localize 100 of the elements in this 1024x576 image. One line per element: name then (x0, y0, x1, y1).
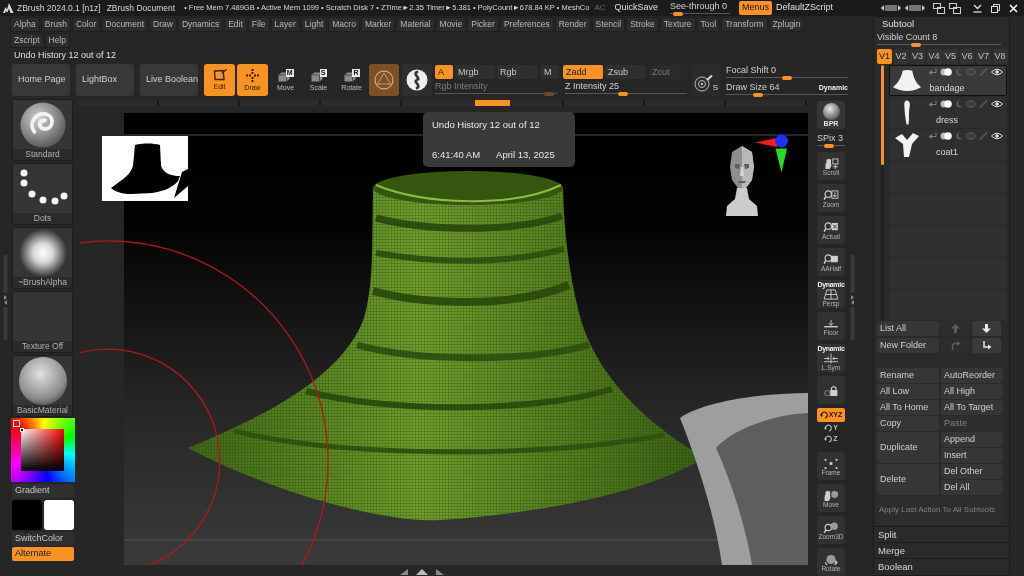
version-tab[interactable]: V5 (943, 49, 958, 64)
minimize-icon[interactable] (973, 3, 982, 13)
version-tab[interactable]: V4 (926, 49, 942, 64)
z-mode-button[interactable]: Zsub (605, 65, 645, 79)
intensity-slider[interactable] (435, 92, 557, 96)
texture-button[interactable]: Texture Off (12, 291, 73, 353)
nav-button[interactable]: Live Boolean (140, 64, 198, 96)
slider-handle[interactable] (617, 92, 628, 96)
menu-item[interactable]: Layer (270, 17, 300, 32)
action-button[interactable]: All Low (877, 384, 939, 399)
menu-item[interactable]: Color (71, 17, 101, 32)
switch-color-button[interactable]: SwitchColor (12, 532, 74, 546)
version-tab[interactable]: V6 (959, 49, 975, 64)
lock-button[interactable] (817, 376, 845, 404)
slider-handle[interactable] (911, 43, 922, 47)
visible-count-slider[interactable] (877, 43, 1001, 47)
undo-history-track[interactable] (78, 100, 808, 106)
collapse-arrows-icon[interactable] (400, 569, 444, 575)
menu-item[interactable]: Draw (149, 17, 177, 32)
eye-icon[interactable] (991, 68, 1003, 76)
color-mode-button[interactable]: Rgb (497, 65, 537, 79)
menu-item[interactable]: Light (300, 17, 328, 32)
menu-item[interactable]: Preferences (499, 17, 554, 32)
panel-handle-icon[interactable] (3, 255, 8, 340)
return-arrow-icon[interactable] (928, 132, 937, 140)
see-through-slider[interactable] (670, 12, 731, 16)
secondary-color-swatch-icon[interactable] (44, 500, 74, 530)
action-button[interactable]: AutoReorder (941, 368, 1003, 383)
slider-handle[interactable] (782, 76, 792, 80)
menu-item[interactable]: Macro (328, 17, 360, 32)
nav-button[interactable]: LightBox (76, 64, 134, 96)
move-down-button[interactable] (972, 321, 1001, 336)
subtool-row[interactable]: dress (889, 97, 1007, 128)
action-button[interactable]: All To Target (941, 400, 1003, 415)
version-tab[interactable]: V2 (893, 49, 909, 64)
slider-handle[interactable] (752, 93, 763, 97)
menu-item[interactable]: Zscript (10, 33, 44, 48)
toggle-icon[interactable] (940, 100, 952, 108)
slider-arrows-icon[interactable] (905, 4, 925, 12)
alternate-button[interactable]: Alternate (12, 547, 74, 561)
version-tab[interactable]: V8 (992, 49, 1008, 64)
menus-button[interactable]: Menus (739, 1, 773, 15)
close-icon[interactable] (1009, 3, 1018, 13)
action-button[interactable]: Delete (877, 464, 939, 495)
menu-item[interactable]: Edit (224, 17, 247, 32)
slider-handle[interactable] (824, 144, 835, 148)
version-tab[interactable]: V1 (877, 49, 892, 64)
slider-handle[interactable] (672, 12, 683, 16)
menu-item[interactable]: Texture (659, 17, 696, 32)
toggle-icon[interactable] (940, 68, 952, 76)
brush-slider[interactable] (726, 93, 848, 97)
version-tab[interactable]: V3 (910, 49, 925, 64)
intensity-slider[interactable] (565, 92, 687, 96)
section-header[interactable]: Split (874, 526, 1009, 542)
main-color-swatch-icon[interactable] (12, 500, 42, 530)
color-mode-button[interactable]: M (541, 65, 559, 79)
move-in-button[interactable] (972, 338, 1001, 353)
list-all-button[interactable]: List All (877, 321, 939, 336)
action-button[interactable]: Duplicate (877, 432, 939, 463)
action-button[interactable]: Copy (877, 416, 939, 431)
action-button[interactable]: Append (941, 432, 1003, 447)
color-marker-icon[interactable] (20, 428, 24, 432)
menu-item[interactable]: Material (396, 17, 435, 32)
list-scrollbar[interactable] (881, 65, 884, 320)
menu-item[interactable]: Stencil (591, 17, 626, 32)
material-button[interactable]: BasicMaterial (12, 355, 73, 417)
menu-item[interactable]: Alpha (10, 17, 40, 32)
brush-slider[interactable] (726, 76, 848, 80)
menu-item[interactable]: Transform (721, 17, 768, 32)
menu-item[interactable]: File (247, 17, 270, 32)
section-header[interactable]: Merge (874, 542, 1009, 558)
eye-icon[interactable] (991, 132, 1003, 140)
subtool-row[interactable]: coat1 (889, 129, 1007, 160)
swirl-tool-button[interactable] (402, 64, 432, 96)
return-arrow-icon[interactable] (928, 100, 937, 108)
menu-item[interactable]: Zplugin (768, 17, 805, 32)
menu-item[interactable]: Document (101, 17, 149, 32)
brush-button[interactable]: Standard (12, 99, 73, 161)
color-mode-button[interactable]: Mrgb (455, 65, 495, 79)
slider-arrows-icon[interactable] (881, 4, 901, 12)
action-button[interactable]: All High (941, 384, 1003, 399)
color-picker[interactable] (11, 418, 75, 482)
nav-button[interactable]: Home Page (12, 64, 70, 96)
viewport-canvas[interactable] (124, 113, 808, 565)
return-arrow-icon[interactable] (928, 68, 937, 76)
stroke-button[interactable]: S (692, 64, 720, 96)
menu-item[interactable]: Render (554, 17, 591, 32)
menu-item[interactable]: Help (44, 33, 70, 48)
action-button[interactable]: Del Other (941, 464, 1003, 479)
eye-icon[interactable] (991, 100, 1003, 108)
toggle-icon[interactable] (940, 132, 952, 140)
version-tab[interactable]: V7 (976, 49, 991, 64)
section-header[interactable]: Boolean (874, 558, 1009, 574)
panel-handle-icon[interactable] (850, 255, 855, 340)
gradient-button[interactable]: Gradient (12, 484, 74, 498)
alpha-button[interactable]: ~BrushAlpha (12, 227, 73, 289)
window-stack-icon[interactable] (949, 2, 961, 14)
new-folder-button[interactable]: New Folder (877, 338, 939, 353)
menu-item[interactable]: Stroke (626, 17, 659, 32)
action-button[interactable]: All To Home (877, 400, 939, 415)
